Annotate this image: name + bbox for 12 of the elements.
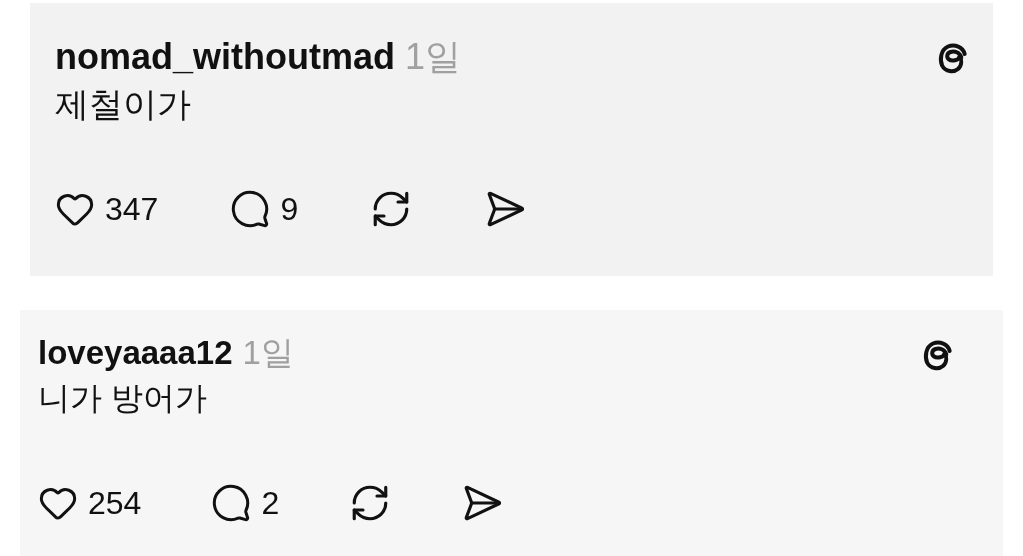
post-time: 1일: [405, 39, 462, 75]
speech-bubble-icon: [211, 483, 252, 523]
post-time: 1일: [242, 336, 294, 369]
post-text: 니가 방어가: [38, 379, 208, 418]
speech-bubble-icon: [230, 188, 271, 229]
like-button[interactable]: 254: [38, 483, 142, 523]
username[interactable]: loveyaaaa12: [38, 336, 233, 369]
post-text: 제철이가: [55, 84, 192, 125]
reply-button[interactable]: 9: [230, 188, 299, 229]
like-button[interactable]: 347: [55, 188, 159, 229]
reply-button[interactable]: 2: [211, 483, 280, 523]
username[interactable]: nomad_withoutmad: [55, 39, 395, 75]
